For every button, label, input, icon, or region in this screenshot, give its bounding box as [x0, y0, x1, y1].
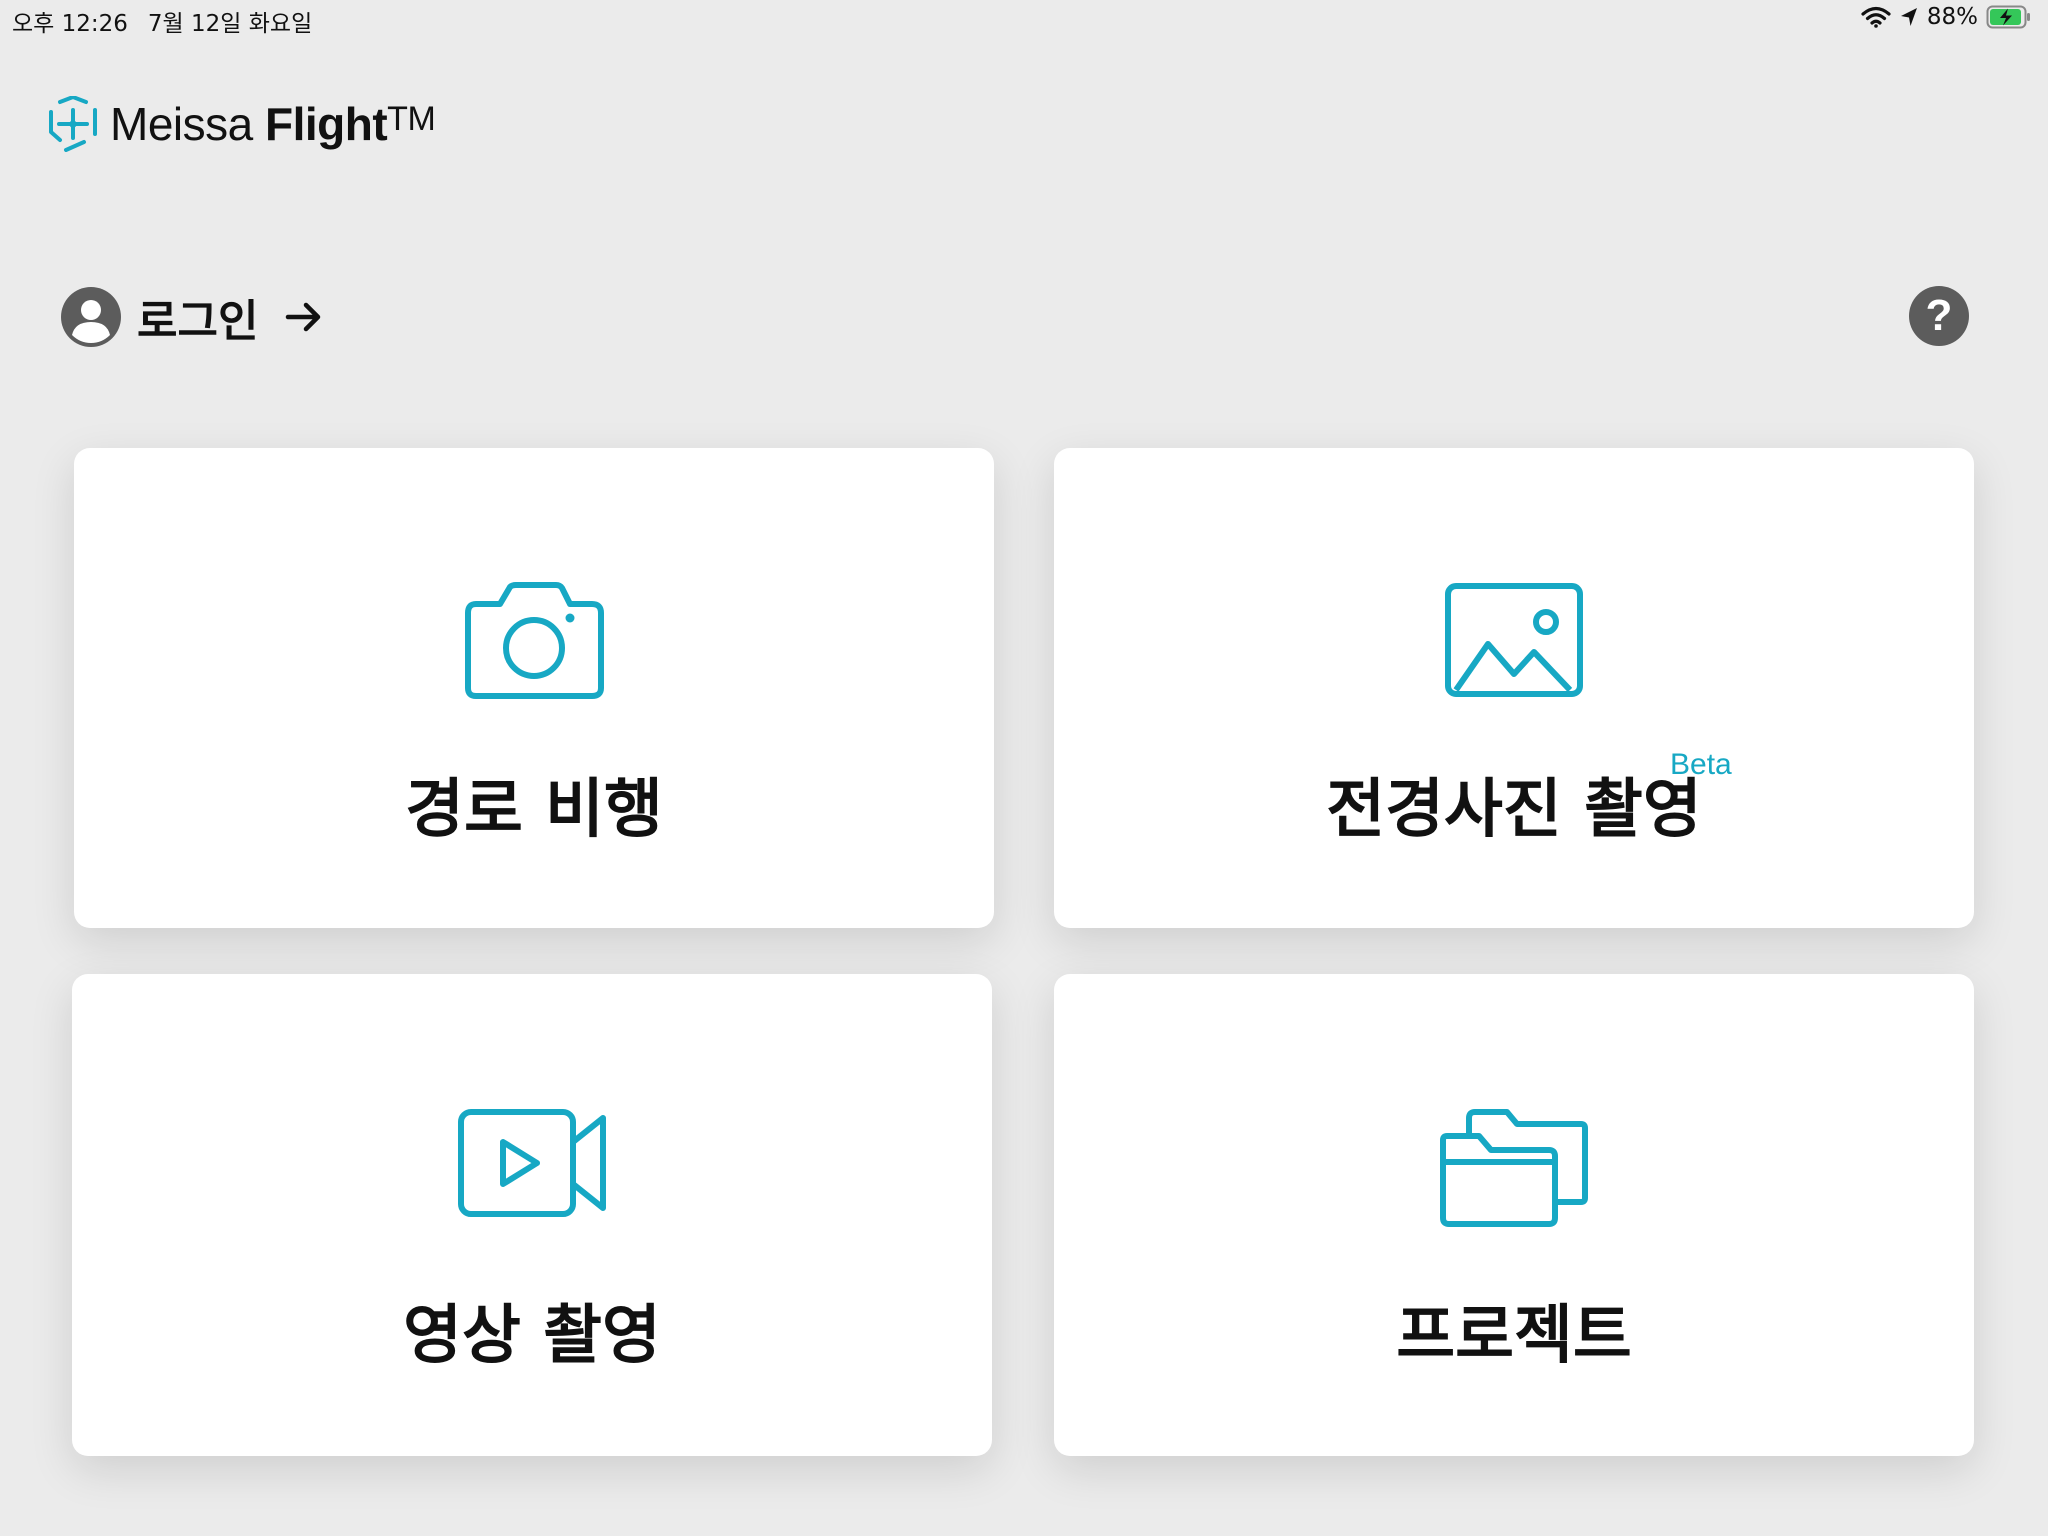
route-flight-card[interactable]: 경로 비행 [74, 448, 994, 928]
video-camera-icon [458, 1109, 606, 1217]
status-time: 오후 12:26 [12, 11, 128, 37]
folders-icon [1440, 1109, 1588, 1227]
brand-name-bold: Flight [264, 98, 388, 150]
card-label: 전경사진 촬영 [1326, 773, 1702, 847]
brand-logo: Meissa FlightTM [46, 96, 436, 152]
beta-badge: Beta [1670, 748, 1732, 781]
video-capture-card[interactable]: 영상 촬영 [72, 974, 992, 1456]
help-icon: ? [1925, 291, 1953, 340]
card-label-wrap: 전경사진 촬영 Beta [1054, 748, 1974, 850]
battery-percent: 88% [1926, 4, 1978, 30]
wifi-icon [1861, 6, 1891, 28]
login-button[interactable]: 로그인 [61, 285, 324, 349]
camera-icon [465, 582, 604, 699]
card-label: 영상 촬영 [403, 1299, 661, 1373]
card-label: 경로 비행 [405, 773, 663, 847]
login-label: 로그인 [137, 296, 259, 347]
location-arrow-icon [1900, 8, 1917, 26]
status-right: 88% [1861, 4, 2032, 30]
meissa-logo-icon [49, 96, 97, 152]
status-bar: 오후 12:26 7월 12일 화요일 88% [0, 0, 2048, 40]
brand-name-regular: Meissa [110, 98, 265, 150]
arrow-right-icon [286, 302, 321, 332]
project-card[interactable]: 프로젝트 [1054, 974, 1974, 1456]
help-button[interactable]: ? [1909, 286, 1969, 346]
user-avatar-icon [61, 287, 121, 347]
image-icon [1445, 583, 1583, 697]
card-label: 프로젝트 [1396, 1299, 1632, 1373]
battery-charging-icon [1986, 5, 2030, 29]
status-date: 7월 12일 화요일 [147, 11, 313, 37]
brand-name: Meissa FlightTM [110, 97, 436, 151]
brand-trademark: TM [387, 100, 436, 138]
panorama-photo-card[interactable]: 전경사진 촬영 Beta [1054, 448, 1974, 928]
status-left: 오후 12:26 7월 12일 화요일 [12, 4, 312, 38]
